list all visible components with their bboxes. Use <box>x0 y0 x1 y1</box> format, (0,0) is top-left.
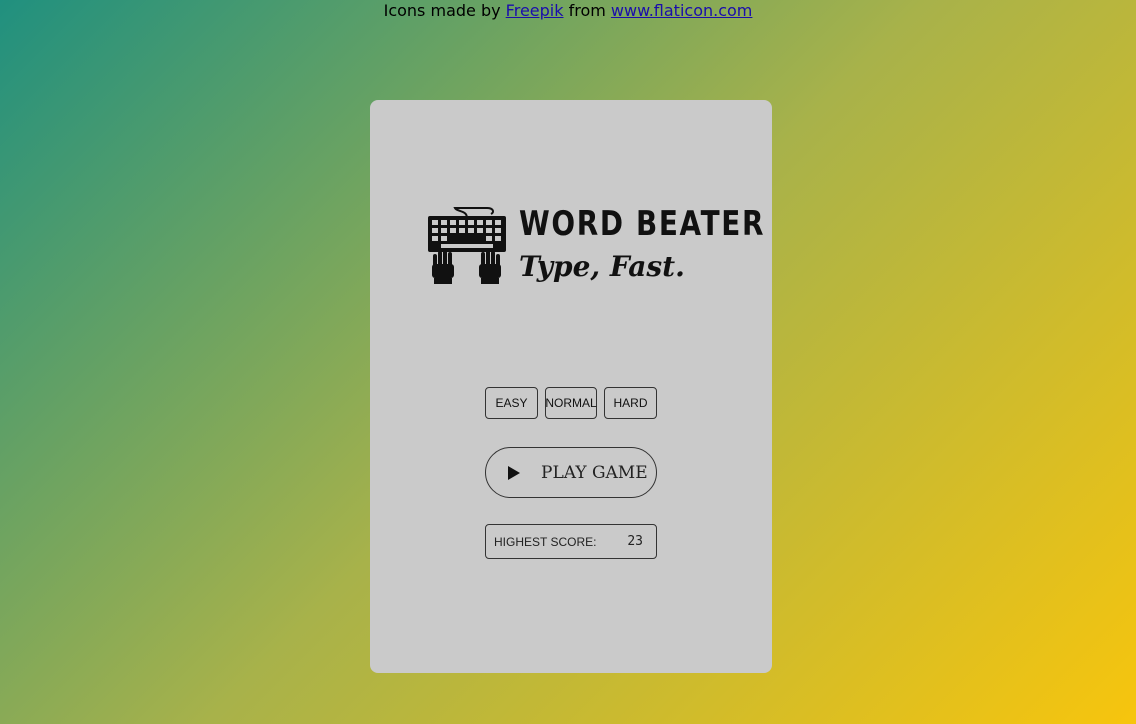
highest-score-value: 23 <box>627 534 643 549</box>
difficulty-easy-button[interactable]: EASY <box>485 387 538 419</box>
keyboard-hands-icon <box>428 207 506 284</box>
attribution-prefix: Icons made by <box>383 1 501 20</box>
attribution-line: Icons made by Freepik from www.flaticon.… <box>0 0 1136 22</box>
attribution-middle: from <box>568 1 606 20</box>
flaticon-link[interactable]: www.flaticon.com <box>611 1 752 20</box>
play-game-button[interactable]: PLAY GAME <box>485 447 657 498</box>
play-icon <box>508 466 520 480</box>
logo-title: WORD BEATER <box>519 204 766 244</box>
logo: WORD BEATER Type, Fast. <box>427 204 763 286</box>
highest-score-label: HIGHEST SCORE: <box>494 535 597 549</box>
logo-tagline: Type, Fast. <box>519 250 685 283</box>
freepik-link[interactable]: Freepik <box>506 1 564 20</box>
play-game-label: PLAY GAME <box>541 463 648 483</box>
game-card: WORD BEATER Type, Fast. EASY NORMAL HARD… <box>370 100 772 673</box>
difficulty-normal-button[interactable]: NORMAL <box>545 387 597 419</box>
highest-score-box: HIGHEST SCORE: 23 <box>485 524 657 559</box>
difficulty-hard-button[interactable]: HARD <box>604 387 657 419</box>
difficulty-selector: EASY NORMAL HARD <box>485 387 657 421</box>
